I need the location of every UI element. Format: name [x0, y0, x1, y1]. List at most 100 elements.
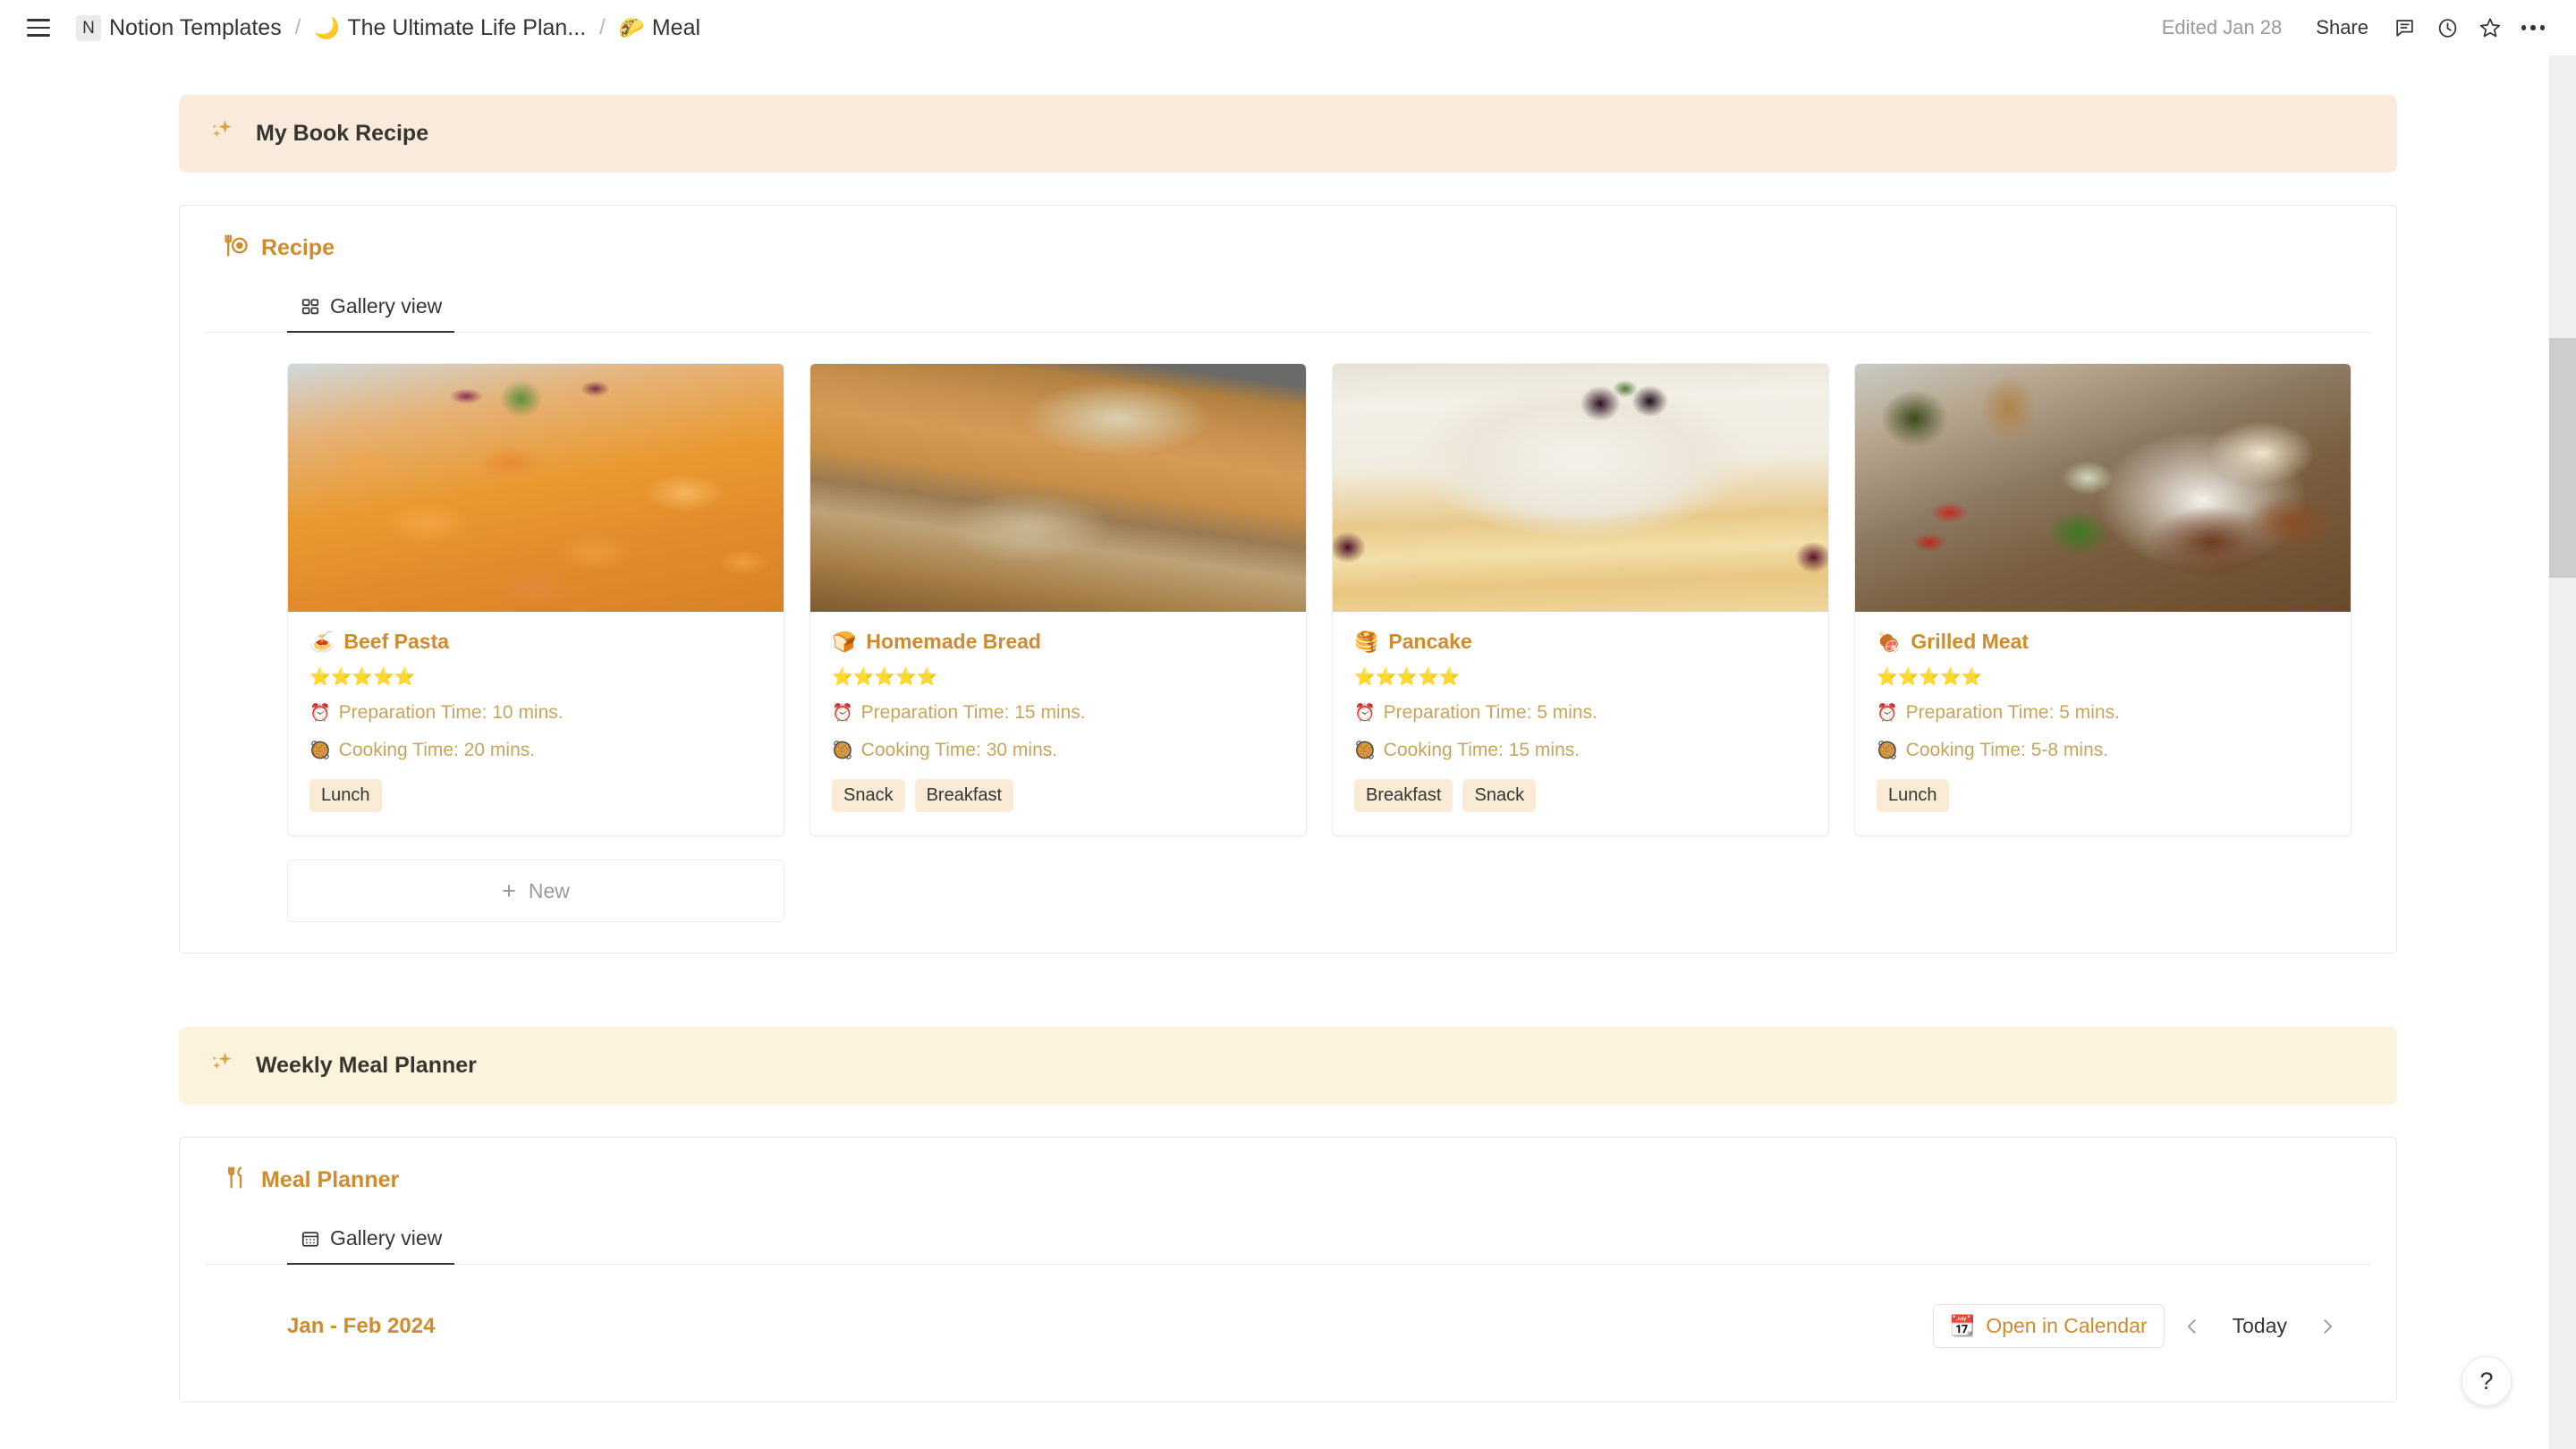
fork-and-knife-icon — [223, 1165, 249, 1196]
new-recipe-button-label: New — [528, 878, 570, 902]
recipe-card-rating-homemade-bread: ⭐⭐⭐⭐⭐ — [832, 668, 938, 687]
tab-gallery-view-recipe[interactable]: Gallery view — [287, 287, 455, 333]
recipe-database-title[interactable]: Recipe — [261, 235, 335, 261]
page-scrollbar-track[interactable] — [2549, 55, 2576, 1449]
top-bar: N Notion Templates / 🌙 The Ultimate Life… — [0, 0, 2576, 55]
meal-planner-database-header: Meal Planner — [205, 1165, 2371, 1196]
recipe-card-homemade-bread[interactable]: 🍞 Homemade Bread ⭐⭐⭐⭐⭐ ⏰ Preparation Tim… — [809, 363, 1307, 836]
previous-period-chevron-left-icon[interactable] — [2174, 1308, 2211, 1345]
recipe-card-tags-beef-pasta: Lunch — [309, 779, 762, 812]
callout-weekly-meal-planner[interactable]: Weekly Meal Planner — [179, 1027, 2397, 1105]
meat-on-bone-emoji-icon: 🍖 — [1877, 630, 1902, 653]
recipe-card-title-pancake: Pancake — [1388, 630, 1472, 653]
breadcrumb-label-current-page: Meal — [651, 14, 701, 40]
bread-emoji-icon: 🍞 — [832, 630, 857, 653]
more-options-icon[interactable] — [2513, 8, 2553, 47]
recipe-card-rating-grilled-meat: ⭐⭐⭐⭐⭐ — [1877, 668, 1983, 687]
breadcrumb: N Notion Templates / 🌙 The Ultimate Life… — [68, 12, 708, 45]
meal-planner-database-block: Meal Planner Gallery view Jan - Feb 2024… — [179, 1137, 2397, 1402]
recipe-card-rating-pancake: ⭐⭐⭐⭐⭐ — [1354, 668, 1461, 687]
recipe-card-beef-pasta[interactable]: 🍝 Beef Pasta ⭐⭐⭐⭐⭐ ⏰ Preparation Time: 1… — [287, 363, 784, 836]
recipe-card-pancake[interactable]: 🥞 Pancake ⭐⭐⭐⭐⭐ ⏰ Preparation Time: 5 mi… — [1332, 363, 1829, 836]
today-button[interactable]: Today — [2220, 1307, 2300, 1345]
recipe-card-cook-time-text-pancake: Cooking Time: 15 mins. — [1383, 740, 1580, 760]
new-recipe-button[interactable]: + New — [287, 860, 784, 922]
recipe-card-body-homemade-bread: 🍞 Homemade Bread ⭐⭐⭐⭐⭐ ⏰ Preparation Tim… — [810, 612, 1306, 835]
tag-chip[interactable]: Breakfast — [1354, 779, 1453, 812]
meal-planner-toolbar: Jan - Feb 2024 📆 Open in Calendar Today — [205, 1265, 2371, 1348]
recipe-card-tags-pancake: Breakfast Snack — [1354, 779, 1807, 812]
recipe-card-image-grilled-meat — [1855, 364, 2351, 612]
recipe-card-prep-time-grilled-meat: ⏰ Preparation Time: 5 mins. — [1877, 702, 2329, 724]
recipe-card-image-beef-pasta — [288, 364, 784, 612]
recipe-gallery: 🍝 Beef Pasta ⭐⭐⭐⭐⭐ ⏰ Preparation Time: 1… — [205, 333, 2371, 836]
next-period-chevron-right-icon[interactable] — [2309, 1308, 2346, 1345]
crescent-moon-emoji-icon: 🌙 — [314, 15, 340, 39]
recipe-new-row: + New — [205, 836, 2371, 922]
share-button[interactable]: Share — [2303, 10, 2381, 46]
breadcrumb-separator-2: / — [599, 15, 606, 39]
recipe-card-title-row-homemade-bread: 🍞 Homemade Bread — [832, 630, 1284, 654]
history-clock-icon[interactable] — [2428, 8, 2467, 47]
tab-gallery-view-planner[interactable]: Gallery view — [287, 1219, 455, 1265]
recipe-card-image-homemade-bread — [810, 364, 1306, 612]
breadcrumb-item-parent-page[interactable]: 🌙 The Ultimate Life Plan... — [306, 12, 594, 45]
meal-planner-database-title[interactable]: Meal Planner — [261, 1167, 399, 1193]
meal-planner-view-tabs: Gallery view — [205, 1219, 2371, 1265]
breadcrumb-label-workspace: Notion Templates — [109, 14, 282, 40]
tab-gallery-view-planner-label: Gallery view — [330, 1226, 443, 1250]
recipe-card-rating-beef-pasta: ⭐⭐⭐⭐⭐ — [309, 668, 416, 687]
tag-chip[interactable]: Snack — [832, 779, 905, 812]
recipe-view-tabs: Gallery view — [205, 287, 2371, 333]
page-scroll-area: My Book Recipe Recipe Gallery view 🍝 Bee… — [0, 55, 2576, 1449]
gallery-grid-icon — [300, 296, 320, 317]
recipe-card-cook-time-homemade-bread: 🥘 Cooking Time: 30 mins. — [832, 740, 1284, 761]
tag-chip[interactable]: Snack — [1462, 779, 1537, 812]
recipe-card-cook-time-text-grilled-meat: Cooking Time: 5-8 mins. — [1905, 740, 2109, 760]
alarm-clock-emoji-icon: ⏰ — [832, 704, 853, 723]
recipe-card-prep-time-beef-pasta: ⏰ Preparation Time: 10 mins. — [309, 702, 762, 724]
sparkles-icon — [209, 1050, 236, 1081]
tag-chip[interactable]: Lunch — [309, 779, 382, 812]
breadcrumb-item-workspace[interactable]: N Notion Templates — [68, 12, 290, 45]
last-edited-label: Edited Jan 28 — [2161, 16, 2283, 38]
alarm-clock-emoji-icon: ⏰ — [1354, 704, 1376, 723]
fork-and-plate-icon — [223, 233, 249, 264]
open-in-calendar-label: Open in Calendar — [1986, 1314, 2148, 1337]
alarm-clock-emoji-icon: ⏰ — [309, 704, 331, 723]
taco-emoji-icon: 🌮 — [618, 15, 645, 39]
breadcrumb-label-parent-page: The Ultimate Life Plan... — [347, 14, 587, 40]
callout-weekly-meal-planner-label: Weekly Meal Planner — [256, 1053, 477, 1078]
recipe-card-body-beef-pasta: 🍝 Beef Pasta ⭐⭐⭐⭐⭐ ⏰ Preparation Time: 1… — [288, 612, 784, 835]
callout-my-book-recipe-label: My Book Recipe — [256, 121, 429, 146]
shallow-pan-emoji-icon: 🥘 — [1354, 741, 1376, 760]
page-scrollbar-thumb[interactable] — [2549, 338, 2576, 578]
recipe-card-body-pancake: 🥞 Pancake ⭐⭐⭐⭐⭐ ⏰ Preparation Time: 5 mi… — [1333, 612, 1828, 835]
comment-icon[interactable] — [2385, 8, 2424, 47]
recipe-card-prep-time-text-grilled-meat: Preparation Time: 5 mins. — [1905, 702, 2120, 723]
open-in-calendar-button[interactable]: 📆 Open in Calendar — [1932, 1304, 2165, 1348]
help-button[interactable]: ? — [2462, 1356, 2512, 1406]
recipe-card-tags-homemade-bread: Snack Breakfast — [832, 779, 1284, 812]
hamburger-icon[interactable] — [23, 13, 54, 43]
alarm-clock-emoji-icon: ⏰ — [1877, 704, 1898, 723]
recipe-card-grilled-meat[interactable]: 🍖 Grilled Meat ⭐⭐⭐⭐⭐ ⏰ Preparation Time:… — [1854, 363, 2351, 836]
plus-icon: + — [502, 877, 516, 904]
recipe-card-title-grilled-meat: Grilled Meat — [1911, 630, 2029, 653]
recipe-card-cook-time-beef-pasta: 🥘 Cooking Time: 20 mins. — [309, 740, 762, 761]
tag-chip[interactable]: Breakfast — [914, 779, 1014, 812]
breadcrumb-item-current-page[interactable]: 🌮 Meal — [611, 12, 708, 45]
favorite-star-icon[interactable] — [2470, 8, 2510, 47]
pancakes-emoji-icon: 🥞 — [1354, 630, 1379, 653]
recipe-card-title-row-grilled-meat: 🍖 Grilled Meat — [1877, 630, 2329, 654]
tag-chip[interactable]: Lunch — [1877, 779, 1949, 812]
shallow-pan-emoji-icon: 🥘 — [309, 741, 331, 760]
recipe-card-prep-time-text-homemade-bread: Preparation Time: 15 mins. — [860, 702, 1086, 723]
recipe-card-cook-time-grilled-meat: 🥘 Cooking Time: 5-8 mins. — [1877, 740, 2329, 761]
recipe-card-prep-time-text-beef-pasta: Preparation Time: 10 mins. — [338, 702, 564, 723]
recipe-card-title-homemade-bread: Homemade Bread — [866, 630, 1041, 653]
recipe-database-header: Recipe — [205, 233, 2371, 264]
recipe-card-title-row-pancake: 🥞 Pancake — [1354, 630, 1807, 654]
callout-my-book-recipe[interactable]: My Book Recipe — [179, 95, 2397, 173]
shallow-pan-emoji-icon: 🥘 — [1877, 741, 1898, 760]
